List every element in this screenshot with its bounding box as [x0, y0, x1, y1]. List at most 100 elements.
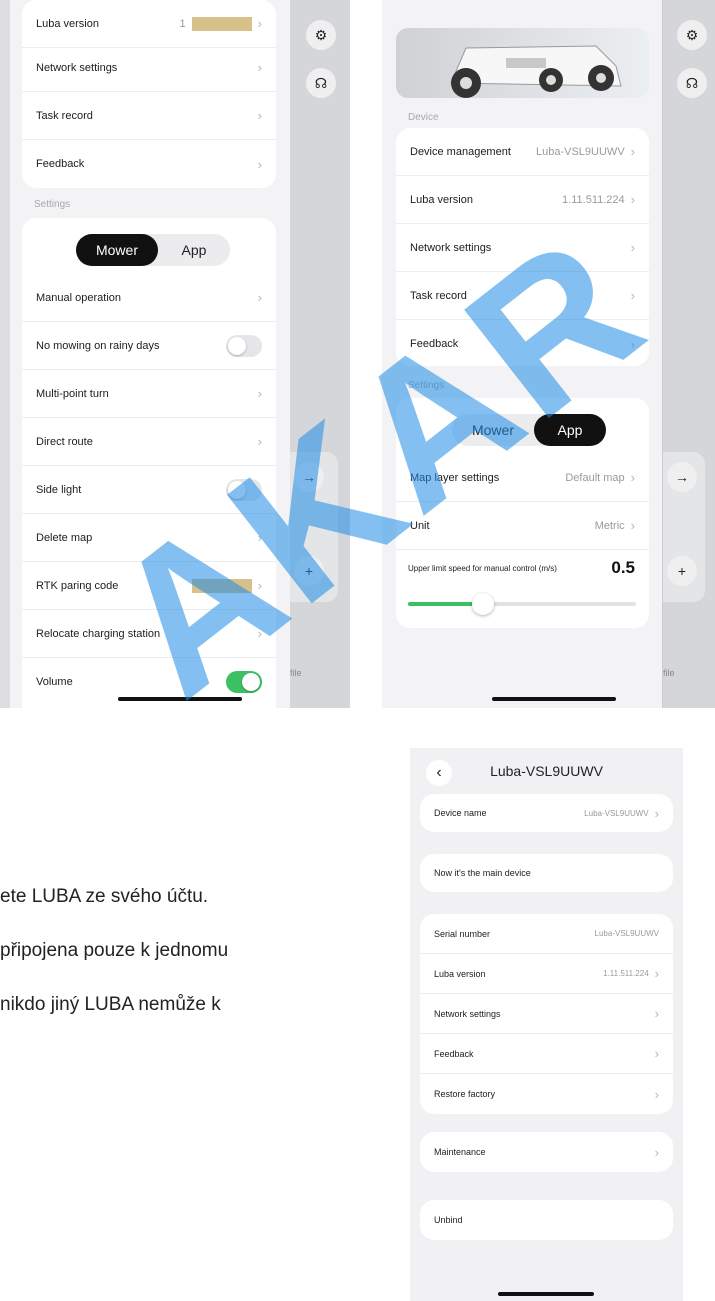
row-label: Task record — [410, 289, 467, 302]
chevron-right-icon: › — [257, 108, 262, 123]
background-app-strip: ⚙ ☊ → + file — [663, 0, 715, 708]
settings-gear-icon[interactable]: ⚙ — [677, 20, 707, 50]
row-label: Maintenance — [434, 1147, 486, 1157]
right-settings-screen: Device Device management Luba-VSL9UUWV ›… — [382, 0, 663, 708]
row-label: Feedback — [36, 158, 85, 170]
left-settings-screen: Luba version 1 › Network settings › Task… — [10, 0, 290, 708]
arrow-right-icon[interactable]: → — [294, 462, 324, 492]
rainy-days-toggle[interactable] — [226, 334, 262, 357]
chevron-right-icon: › — [630, 470, 635, 485]
luba-version-row[interactable]: Luba version 1 › — [22, 0, 276, 48]
volume-toggle[interactable] — [226, 671, 262, 693]
app-settings-card: Mower App Map layer settings Default map… — [396, 398, 649, 628]
settings-gear-icon[interactable]: ⚙ — [306, 20, 336, 50]
luba-version-row[interactable]: Luba version 1.11.511.224 › — [420, 954, 673, 994]
row-label: Feedback — [410, 338, 459, 350]
nav-bar: ‹ Luba-VSL9UUWV — [410, 748, 683, 798]
chevron-right-icon: › — [654, 1144, 659, 1160]
app-tab[interactable]: App — [534, 414, 606, 446]
doc-line-2: připojena pouze k jednomu — [0, 940, 229, 961]
chevron-right-icon: › — [630, 192, 635, 207]
plus-icon[interactable]: + — [294, 556, 324, 586]
delete-map-row[interactable]: Delete map › — [22, 514, 276, 562]
device-menu-card: Luba version 1 › Network settings › Task… — [22, 0, 276, 188]
main-device-card: Now it's the main device — [420, 854, 673, 892]
unit-row[interactable]: Unit Metric › — [396, 502, 649, 550]
chevron-right-icon: › — [257, 626, 262, 641]
speed-slider-track[interactable] — [408, 593, 636, 615]
mower-tab[interactable]: Mower — [76, 234, 158, 266]
side-light-toggle[interactable] — [226, 478, 262, 501]
home-indicator — [498, 1292, 594, 1296]
row-label: Volume — [36, 676, 73, 688]
feedback-row[interactable]: Feedback › — [420, 1034, 673, 1074]
page-title: Luba-VSL9UUWV — [490, 763, 603, 779]
chevron-right-icon: › — [257, 16, 262, 31]
multi-point-turn-row[interactable]: Multi-point turn › — [22, 370, 276, 418]
maintenance-card: Maintenance › — [420, 1132, 673, 1172]
settings-section-label: Settings — [34, 199, 71, 210]
plus-icon[interactable]: + — [667, 556, 697, 586]
serial-number-row: Serial number Luba-VSL9UUWV — [420, 914, 673, 954]
redacted-mark — [191, 16, 252, 31]
task-record-row[interactable]: Task record › — [22, 92, 276, 140]
info-card: Serial number Luba-VSL9UUWV Luba version… — [420, 914, 673, 1114]
main-device-row: Now it's the main device — [420, 854, 673, 892]
device-section-label: Device — [408, 112, 439, 123]
rainy-days-row: No mowing on rainy days — [22, 322, 276, 370]
doc-line-3: nikdo jiný LUBA nemůže k — [0, 994, 221, 1015]
row-value: 1.11.511.224 — [603, 969, 649, 978]
left-phone-screenshot: Luba version 1 › Network settings › Task… — [0, 0, 350, 708]
row-label: Device management — [410, 145, 511, 158]
row-label: No mowing on rainy days — [36, 339, 160, 352]
app-tab[interactable]: App — [158, 234, 230, 266]
speed-label: Upper limit speed for manual control (m/… — [408, 564, 557, 573]
unbind-label: Unbind — [434, 1215, 463, 1225]
row-value: Luba-VSL9UUWV — [584, 808, 649, 818]
speed-value: 0.5 — [611, 558, 635, 577]
background-app-strip: ⚙ ☊ → + file — [290, 0, 350, 708]
device-management-row[interactable]: Device management Luba-VSL9UUWV › — [396, 128, 649, 176]
chevron-right-icon: › — [654, 1086, 659, 1102]
chevron-right-icon: › — [630, 240, 635, 255]
task-record-row[interactable]: Task record › — [396, 272, 649, 320]
feedback-row[interactable]: Feedback › — [22, 140, 276, 188]
row-label: Manual operation — [36, 291, 122, 304]
network-settings-row[interactable]: Network settings › — [420, 994, 673, 1034]
unbind-row[interactable]: Unbind — [420, 1200, 673, 1240]
chevron-right-icon: › — [630, 518, 635, 533]
arrow-right-icon[interactable]: → — [667, 462, 697, 492]
support-headset-icon[interactable]: ☊ — [677, 68, 707, 98]
relocate-station-row[interactable]: Relocate charging station › — [22, 610, 276, 658]
network-settings-row[interactable]: Network settings › — [22, 44, 276, 92]
row-value: Luba-VSL9UUWV — [594, 929, 659, 938]
chevron-right-icon: › — [257, 530, 262, 545]
row-label: Network settings — [434, 1008, 501, 1019]
row-label: Restore factory — [434, 1089, 496, 1099]
maintenance-row[interactable]: Maintenance › — [420, 1132, 673, 1172]
row-label: Side light — [36, 483, 82, 496]
home-indicator — [492, 697, 616, 701]
row-value: Metric — [594, 519, 625, 532]
settings-card: Mower App Manual operation › No mowing o… — [22, 218, 276, 708]
home-indicator — [118, 697, 242, 701]
map-layer-row[interactable]: Map layer settings Default map › — [396, 454, 649, 502]
mower-tab[interactable]: Mower — [452, 414, 534, 446]
row-label: Direct route — [36, 435, 93, 448]
feedback-row[interactable]: Feedback › — [396, 320, 649, 368]
rtk-code-row[interactable]: RTK paring code › — [22, 562, 276, 610]
restore-factory-row[interactable]: Restore factory › — [420, 1074, 673, 1114]
manual-operation-row[interactable]: Manual operation › — [22, 274, 276, 322]
doc-line-1: ete LUBA ze svého účtu. — [0, 886, 209, 907]
speed-slider-knob[interactable] — [472, 593, 495, 615]
row-label: Luba version — [434, 968, 486, 979]
device-name-row[interactable]: Device name Luba-VSL9UUWV › — [420, 794, 673, 832]
luba-version-row[interactable]: Luba version 1.11.511.224 › — [396, 176, 649, 224]
direct-route-row[interactable]: Direct route › — [22, 418, 276, 466]
profile-text: file — [290, 668, 302, 678]
chevron-right-icon: › — [257, 434, 262, 449]
device-name-card: Device name Luba-VSL9UUWV › — [420, 794, 673, 832]
main-device-label: Now it's the main device — [434, 868, 531, 878]
network-settings-row[interactable]: Network settings › — [396, 224, 649, 272]
support-headset-icon[interactable]: ☊ — [306, 68, 336, 98]
